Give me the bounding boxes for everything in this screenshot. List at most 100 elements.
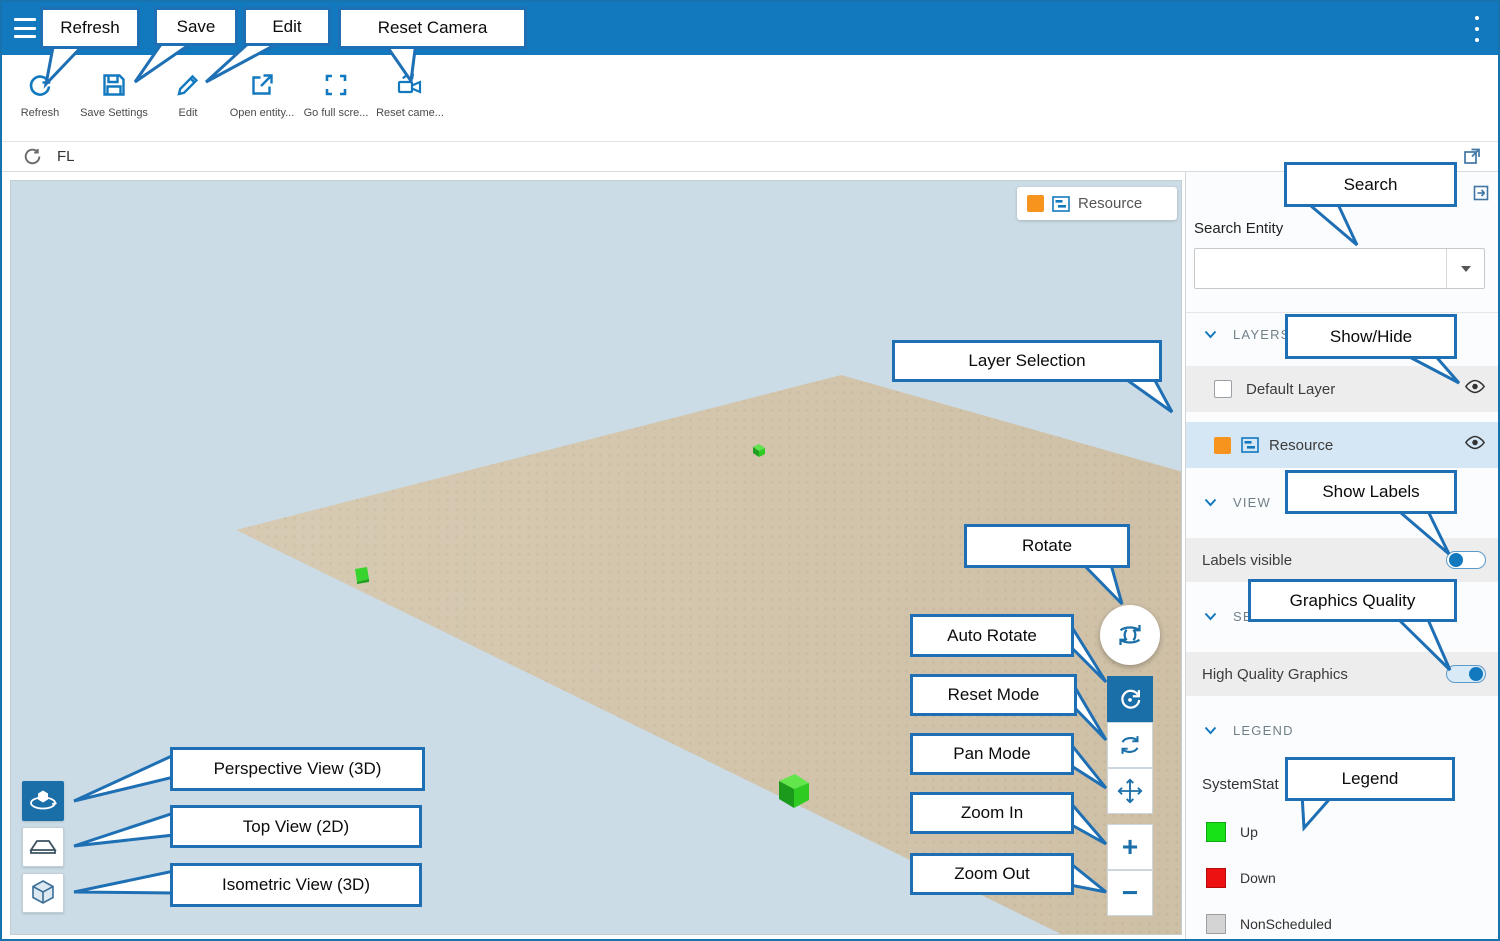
search-entity-combo xyxy=(1194,248,1485,289)
annotation-top-view: Top View (2D) xyxy=(170,805,422,848)
top-view-button[interactable] xyxy=(22,827,64,867)
layer-row-default[interactable]: Default Layer xyxy=(1186,366,1500,412)
auto-rotate-icon xyxy=(1116,685,1144,713)
reset-camera-button[interactable]: Reset came... xyxy=(373,55,447,141)
annotation-rotate: Rotate xyxy=(964,524,1130,568)
legend-item-up: Up xyxy=(1186,820,1500,844)
reset-camera-icon xyxy=(395,70,425,100)
zoom-in-button[interactable]: + xyxy=(1107,824,1153,870)
resource-color-swatch xyxy=(1027,195,1044,212)
app-window: Refresh Save Settings Edit Open entity..… xyxy=(0,0,1500,941)
legend-label: Down xyxy=(1240,870,1276,886)
breadcrumb-entity: FL xyxy=(57,148,75,165)
top-view-icon xyxy=(28,832,58,862)
legend-swatch-down xyxy=(1206,868,1226,888)
high-quality-toggle[interactable] xyxy=(1446,665,1486,683)
rotate-button[interactable] xyxy=(1100,605,1160,665)
resource-type-icon xyxy=(1241,437,1259,453)
isometric-view-icon xyxy=(28,878,58,908)
annotation-legend: Legend xyxy=(1285,757,1455,801)
open-in-window-icon[interactable] xyxy=(1462,146,1482,171)
labels-visible-toggle[interactable] xyxy=(1446,551,1486,569)
toolbar-item-label: Save Settings xyxy=(80,107,148,119)
toggle-knob xyxy=(1449,553,1463,567)
perspective-view-button[interactable] xyxy=(22,781,64,821)
chevron-down-icon xyxy=(1204,726,1217,735)
isometric-view-button[interactable] xyxy=(22,873,64,913)
annotation-auto-rotate: Auto Rotate xyxy=(910,614,1074,657)
section-title: VIEW xyxy=(1233,495,1271,510)
auto-rotate-button[interactable] xyxy=(1107,676,1153,722)
entity-history-icon[interactable] xyxy=(22,146,43,172)
annotation-show-labels: Show Labels xyxy=(1285,470,1457,514)
edit-button[interactable]: Edit xyxy=(151,55,225,141)
chevron-down-icon xyxy=(1204,330,1217,339)
annotation-show-hide: Show/Hide xyxy=(1285,314,1457,359)
breadcrumb: FL xyxy=(2,142,1498,172)
legend-swatch-nonscheduled xyxy=(1206,914,1226,934)
eye-icon[interactable] xyxy=(1464,379,1486,399)
pan-mode-icon xyxy=(1116,777,1144,805)
legend-subtitle: SystemStat xyxy=(1202,776,1279,793)
refresh-icon xyxy=(25,70,55,100)
search-dropdown-button[interactable] xyxy=(1446,249,1484,288)
annotation-isometric-view: Isometric View (3D) xyxy=(170,863,422,907)
annotation-refresh: Refresh xyxy=(40,7,140,49)
toolbar: Refresh Save Settings Edit Open entity..… xyxy=(2,55,1498,142)
resource-cube-flat[interactable] xyxy=(352,565,371,584)
legend-label: Up xyxy=(1240,824,1258,840)
open-entity-icon xyxy=(247,70,277,100)
hamburger-menu-icon[interactable] xyxy=(14,18,36,38)
annotation-zoom-in: Zoom In xyxy=(910,792,1074,834)
refresh-button[interactable]: Refresh xyxy=(3,55,77,141)
toolbar-item-label: Open entity... xyxy=(230,107,295,119)
save-settings-button[interactable]: Save Settings xyxy=(77,55,151,141)
open-entity-button[interactable]: Open entity... xyxy=(225,55,299,141)
default-layer-checkbox[interactable] xyxy=(1214,380,1232,398)
annotation-pan-mode: Pan Mode xyxy=(910,733,1074,775)
plus-icon: + xyxy=(1122,833,1138,861)
eye-icon[interactable] xyxy=(1464,435,1486,455)
legend-label: NonScheduled xyxy=(1240,916,1332,932)
rotate-icon xyxy=(1111,616,1149,654)
resource-color-swatch xyxy=(1214,437,1231,454)
annotation-reset-camera: Reset Camera xyxy=(338,7,527,49)
resource-cube-small[interactable] xyxy=(751,442,767,458)
annotation-edit: Edit xyxy=(243,7,331,46)
section-title: LEGEND xyxy=(1233,723,1294,738)
edit-icon xyxy=(173,70,203,100)
toolbar-item-label: Reset came... xyxy=(376,107,444,119)
resource-type-icon xyxy=(1052,196,1070,212)
annotation-search: Search xyxy=(1284,162,1457,207)
perspective-view-icon xyxy=(28,786,58,816)
annotation-graphics-quality: Graphics Quality xyxy=(1248,579,1457,622)
search-entity-input[interactable] xyxy=(1195,249,1446,288)
annotation-reset-mode: Reset Mode xyxy=(910,674,1077,716)
high-quality-row: High Quality Graphics xyxy=(1186,652,1500,696)
toggle-label: Labels visible xyxy=(1202,552,1292,569)
resource-cube-large[interactable] xyxy=(773,771,813,811)
section-header-legend[interactable]: LEGEND xyxy=(1186,710,1500,750)
labels-visible-row: Labels visible xyxy=(1186,538,1500,582)
chevron-down-icon xyxy=(1204,498,1217,507)
annotation-layer-selection: Layer Selection xyxy=(892,340,1162,382)
annotation-perspective-view: Perspective View (3D) xyxy=(170,747,425,791)
toolbar-item-label: Go full scre... xyxy=(304,107,369,119)
panel-collapse-icon[interactable] xyxy=(1472,184,1490,207)
fullscreen-button[interactable]: Go full scre... xyxy=(299,55,373,141)
overflow-menu-icon[interactable] xyxy=(1474,16,1480,42)
chevron-down-icon xyxy=(1461,266,1471,272)
toggle-label: High Quality Graphics xyxy=(1202,666,1348,683)
reset-mode-icon xyxy=(1116,731,1144,759)
zoom-out-button[interactable]: − xyxy=(1107,870,1153,916)
toolbar-item-label: Refresh xyxy=(21,107,60,119)
fullscreen-icon xyxy=(321,70,351,100)
layer-row-resource[interactable]: Resource xyxy=(1186,422,1500,468)
layer-label: Resource xyxy=(1269,437,1333,454)
annotation-save: Save xyxy=(154,7,238,46)
side-panel: Search Entity LAYERS Default Layer Resou… xyxy=(1185,172,1500,941)
pan-mode-button[interactable] xyxy=(1107,768,1153,814)
reset-mode-button[interactable] xyxy=(1107,722,1153,768)
layer-chip-resource: Resource xyxy=(1017,187,1177,220)
legend-item-down: Down xyxy=(1186,866,1500,890)
